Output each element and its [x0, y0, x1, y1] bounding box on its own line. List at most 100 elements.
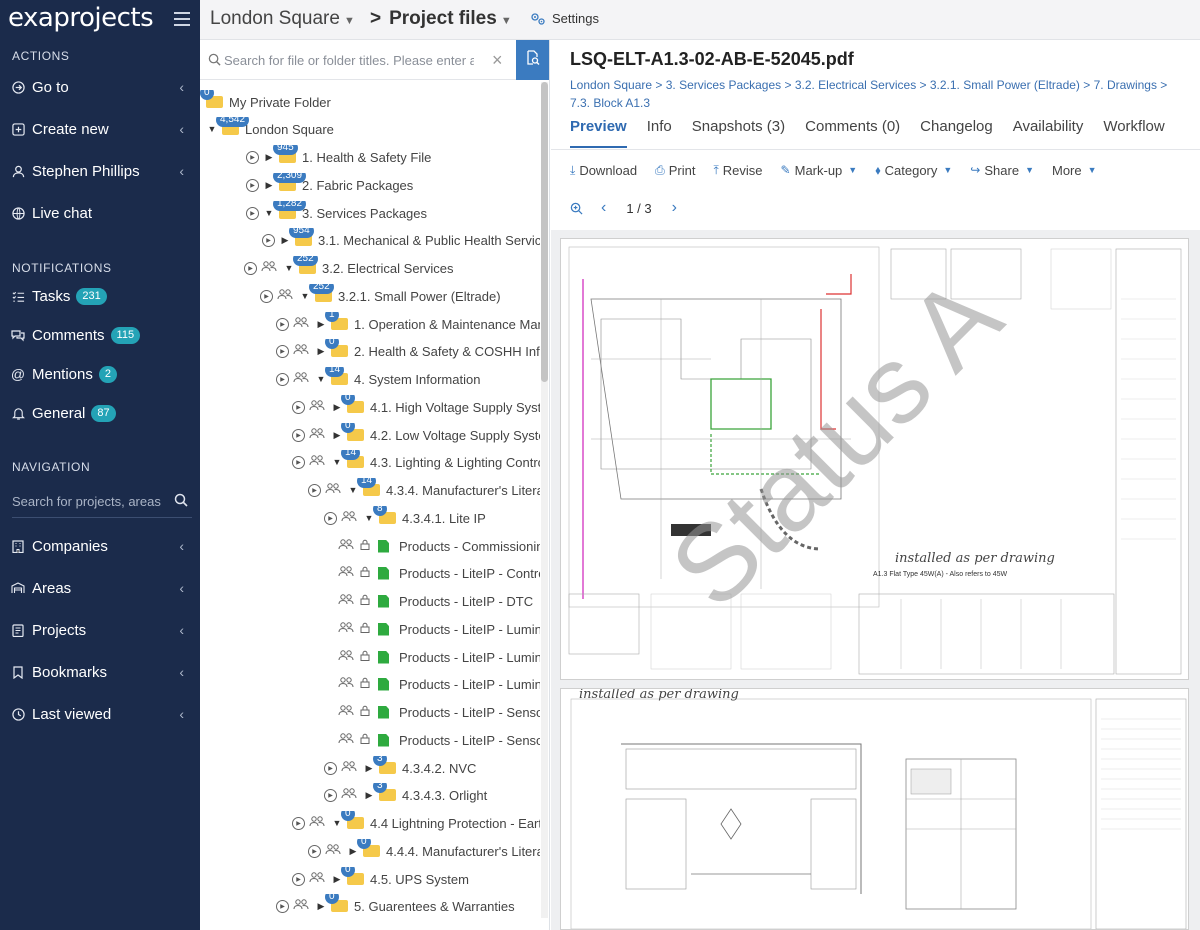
- markup-dropdown[interactable]: ✎ Mark-up ▼: [781, 163, 858, 178]
- tree-file-item[interactable]: Products - Commissioning: [200, 534, 540, 558]
- print-button[interactable]: ⎙ Print: [655, 163, 695, 178]
- users-icon[interactable]: [338, 594, 354, 608]
- play-circle-icon[interactable]: ▶: [292, 400, 305, 414]
- expand-arrow-icon[interactable]: ▶: [263, 152, 275, 163]
- collapse-arrow-icon[interactable]: ▼: [331, 457, 343, 467]
- users-icon[interactable]: [277, 289, 293, 303]
- play-circle-icon[interactable]: ▶: [276, 899, 289, 913]
- tree-folder-item[interactable]: ▶ ▼ 14 4.3. Lighting & Lighting Controls: [200, 450, 540, 474]
- search-icon[interactable]: [174, 493, 188, 512]
- tree-folder-item[interactable]: ▶ ▼ 14 4. System Information: [200, 367, 540, 391]
- tree-folder-item[interactable]: 0 My Private Folder: [200, 90, 540, 114]
- category-dropdown[interactable]: ⬧ Category ▼: [875, 163, 952, 178]
- tree-folder-item[interactable]: ▶ ▶ 0 5. Guarentees & Warranties: [200, 894, 540, 918]
- tab-preview[interactable]: Preview: [570, 118, 627, 148]
- users-icon[interactable]: [325, 844, 341, 858]
- users-icon[interactable]: [341, 761, 357, 775]
- nav-comments[interactable]: Comments 115: [0, 320, 200, 350]
- users-icon[interactable]: [338, 650, 354, 664]
- zoom-in-icon[interactable]: [570, 202, 583, 215]
- nav-last-viewed[interactable]: Last viewed ‹: [0, 699, 200, 729]
- tab-snapshots[interactable]: Snapshots (3): [692, 118, 785, 148]
- users-icon[interactable]: [309, 816, 325, 830]
- nav-go-to[interactable]: Go to ‹: [0, 72, 200, 102]
- collapse-arrow-icon[interactable]: ▼: [315, 374, 327, 384]
- users-icon[interactable]: [309, 455, 325, 469]
- expand-arrow-icon[interactable]: ▶: [363, 763, 375, 774]
- nav-areas[interactable]: Areas ‹: [0, 573, 200, 603]
- collapse-arrow-icon[interactable]: ▼: [206, 124, 218, 134]
- play-circle-icon[interactable]: ▶: [244, 261, 257, 275]
- play-circle-icon[interactable]: ▶: [308, 844, 321, 858]
- settings-button[interactable]: Settings: [530, 11, 599, 26]
- tree-file-item[interactable]: Products - LiteIP - Sensors: [200, 700, 540, 724]
- play-circle-icon[interactable]: ▶: [308, 483, 321, 497]
- project-dropdown[interactable]: London Square ▼: [210, 8, 355, 30]
- play-circle-icon[interactable]: ▶: [324, 788, 337, 802]
- sidebar-search-input[interactable]: [12, 488, 162, 514]
- users-icon[interactable]: [338, 705, 354, 719]
- app-logo[interactable]: exaprojects: [8, 3, 154, 33]
- expand-arrow-icon[interactable]: ▶: [331, 430, 343, 441]
- tree-folder-item[interactable]: ▶ ▼ 8 4.3.4.1. Lite IP: [200, 506, 540, 530]
- section-dropdown[interactable]: > Project files ▼: [370, 8, 512, 30]
- tree-folder-item[interactable]: ▶ ▼14 4.3.4. Manufacturer's Literature: [200, 478, 540, 502]
- tree-folder-item[interactable]: ▶ ▼0 4.4 Lightning Protection - Earthing: [200, 811, 540, 835]
- play-circle-icon[interactable]: ▶: [260, 289, 273, 303]
- collapse-arrow-icon[interactable]: ▼: [363, 513, 375, 523]
- expand-arrow-icon[interactable]: ▶: [315, 346, 327, 357]
- tree-folder-item[interactable]: ▶▶04.1. High Voltage Supply Systems: [200, 395, 540, 419]
- share-dropdown[interactable]: ↪ Share ▼: [970, 163, 1034, 178]
- expand-arrow-icon[interactable]: ▶: [279, 235, 291, 246]
- play-circle-icon[interactable]: ▶: [246, 206, 259, 220]
- nav-companies[interactable]: Companies ‹: [0, 531, 200, 561]
- users-icon[interactable]: [293, 372, 309, 386]
- play-circle-icon[interactable]: ▶: [276, 372, 289, 386]
- revise-button[interactable]: ⤒ Revise: [713, 163, 762, 178]
- users-icon[interactable]: [325, 483, 341, 497]
- tree-folder-item[interactable]: ▶ ▶ 2,309 2. Fabric Packages: [200, 173, 540, 197]
- users-icon[interactable]: [309, 872, 325, 886]
- play-circle-icon[interactable]: ▶: [292, 816, 305, 830]
- expand-arrow-icon[interactable]: ▶: [331, 402, 343, 413]
- tree-folder-item[interactable]: ▶ ▶ 3 4.3.4.3. Orlight: [200, 783, 540, 807]
- play-circle-icon[interactable]: ▶: [246, 178, 259, 192]
- tab-availability[interactable]: Availability: [1013, 118, 1084, 148]
- play-circle-icon[interactable]: ▶: [292, 872, 305, 886]
- users-icon[interactable]: [338, 622, 354, 636]
- collapse-arrow-icon[interactable]: ▼: [299, 291, 311, 301]
- expand-arrow-icon[interactable]: ▶: [315, 901, 327, 912]
- users-icon[interactable]: [338, 566, 354, 580]
- tree-folder-item[interactable]: ▶ ▶ 3 4.3.4.2. NVC: [200, 756, 540, 780]
- pdf-viewer[interactable]: installed as per drawing A1.3 Flat Type …: [551, 230, 1200, 930]
- users-icon[interactable]: [293, 317, 309, 331]
- expand-arrow-icon[interactable]: ▶: [347, 846, 359, 857]
- users-icon[interactable]: [293, 899, 309, 913]
- users-icon[interactable]: [338, 733, 354, 747]
- tab-changelog[interactable]: Changelog: [920, 118, 993, 148]
- users-icon[interactable]: [341, 511, 357, 525]
- nav-tasks[interactable]: Tasks 231: [0, 281, 200, 311]
- tree-folder-item[interactable]: ▶▶04.4.4. Manufacturer's Literature: [200, 839, 540, 863]
- clear-search-icon[interactable]: ×: [492, 50, 503, 71]
- tree-file-item[interactable]: Products - LiteIP - DTC: [200, 589, 540, 613]
- tree-folder-item[interactable]: ▶ ▼ 252 3.2.1. Small Power (Eltrade): [200, 284, 540, 308]
- nav-mentions[interactable]: @ Mentions 2: [0, 359, 200, 389]
- expand-arrow-icon[interactable]: ▶: [315, 319, 327, 330]
- tree-file-item[interactable]: Products - LiteIP - Luminaires: [200, 617, 540, 641]
- tree-file-item[interactable]: Products - LiteIP - Sensors: [200, 728, 540, 752]
- collapse-arrow-icon[interactable]: ▼: [263, 208, 275, 218]
- nav-projects[interactable]: Projects ‹: [0, 615, 200, 645]
- tree-file-item[interactable]: Products - LiteIP - Luminaires: [200, 672, 540, 696]
- play-circle-icon[interactable]: ▶: [246, 150, 259, 164]
- nav-create-new[interactable]: Create new ‹: [0, 114, 200, 144]
- tree-search-input[interactable]: [224, 50, 474, 70]
- tree-folder-item[interactable]: ▶ ▶ 954 3.1. Mechanical & Public Health Ser…: [200, 228, 540, 252]
- hamburger-menu-icon[interactable]: [174, 12, 190, 26]
- tree-folder-item[interactable]: ▶▶11. Operation & Maintenance Manual: [200, 312, 540, 336]
- play-circle-icon[interactable]: ▶: [324, 511, 337, 525]
- play-circle-icon[interactable]: ▶: [276, 344, 289, 358]
- users-icon[interactable]: [338, 539, 354, 553]
- file-breadcrumb[interactable]: London Square > 3. Services Packages > 3…: [570, 76, 1190, 112]
- previous-page-icon[interactable]: ‹: [601, 199, 606, 217]
